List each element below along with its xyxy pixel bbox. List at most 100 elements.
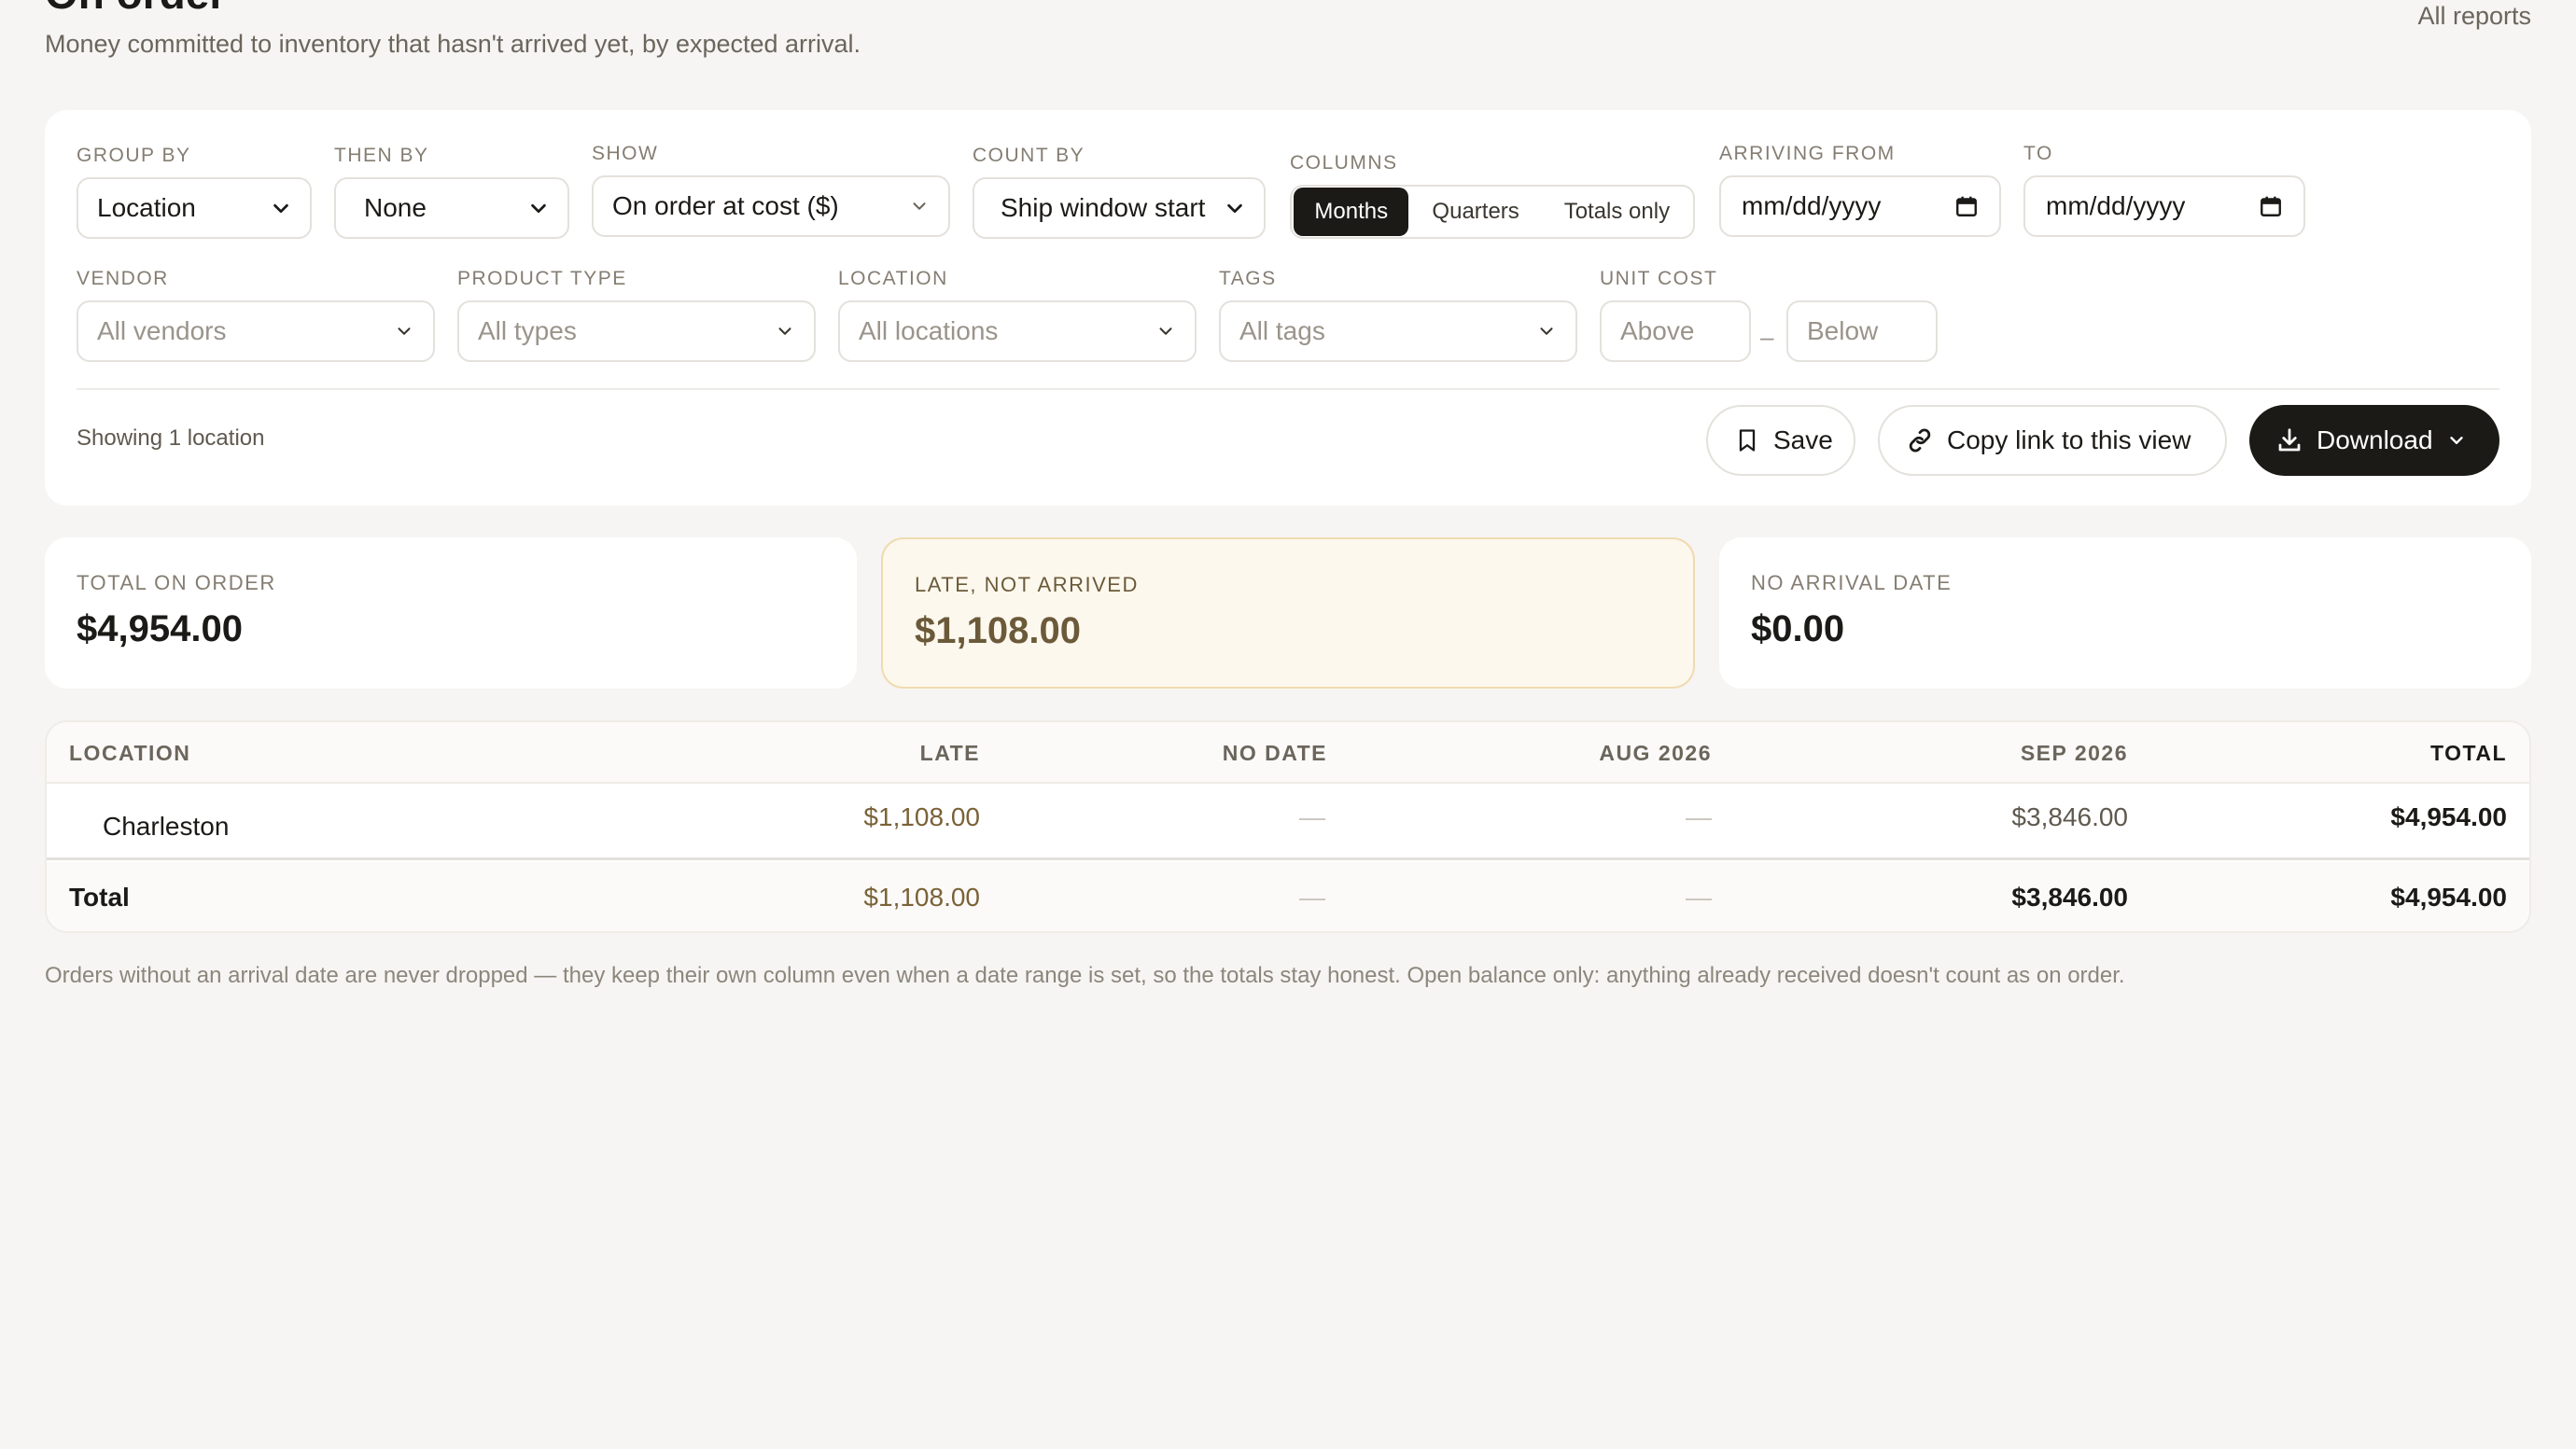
arriving-from-label: ARRIVING FROM: [1719, 143, 1896, 164]
chevron-down-icon: [2449, 437, 2463, 444]
product-type-field: PRODUCT TYPE All types: [457, 267, 816, 362]
footnote: Orders without an arrival date are never…: [45, 963, 2125, 988]
chevron-down-icon: [778, 327, 791, 335]
late-not-arrived-card: LATE, NOT ARRIVED $1,108.00: [881, 537, 1695, 689]
to-date-placeholder: mm/dd/yyyy: [2046, 191, 2186, 220]
late-not-arrived-value: $1,108.00: [915, 610, 1081, 651]
show-select[interactable]: On order at cost ($): [592, 175, 950, 237]
count-by-label: COUNT BY: [973, 145, 1085, 166]
column-header-total[interactable]: TOTAL: [2430, 741, 2507, 766]
chevron-down-icon: [273, 203, 288, 214]
chevron-down-icon: [398, 327, 411, 335]
column-header-late[interactable]: LATE: [920, 741, 980, 766]
unit-cost-below-input[interactable]: Below: [1786, 300, 1938, 362]
download-button-label: Download: [2317, 425, 2433, 454]
table-header: LOCATION LATE NO DATE AUG 2026 SEP 2026 …: [47, 722, 2529, 784]
save-button[interactable]: Save: [1706, 405, 1855, 476]
location-field: LOCATION All locations: [838, 267, 1197, 362]
row-aug-2026: —: [1686, 802, 1712, 831]
column-header-location[interactable]: LOCATION: [69, 741, 190, 766]
save-button-label: Save: [1773, 425, 1833, 454]
vendor-label: VENDOR: [77, 268, 169, 289]
unit-cost-separator: –: [1760, 323, 1774, 351]
calendar-icon[interactable]: [1954, 194, 1979, 218]
page-subtitle: Money committed to inventory that hasn't…: [45, 30, 861, 58]
arriving-from-field: ARRIVING FROM mm/dd/yyyy: [1719, 142, 2001, 237]
total-row-aug-2026: —: [1686, 883, 1712, 912]
show-field: SHOW On order at cost ($): [592, 142, 950, 237]
column-header-sep-2026[interactable]: SEP 2026: [2021, 741, 2128, 766]
calendar-icon[interactable]: [2259, 194, 2283, 218]
product-type-select[interactable]: All types: [457, 300, 816, 362]
total-row-label: Total: [69, 883, 130, 912]
group-by-label: GROUP BY: [77, 145, 191, 166]
columns-label: COLUMNS: [1290, 152, 1398, 174]
columns-segmented-control: Months Quarters Totals only: [1290, 185, 1695, 239]
total-on-order-label: TOTAL ON ORDER: [77, 571, 276, 594]
columns-option-quarters[interactable]: Quarters: [1408, 188, 1542, 236]
row-location: Charleston: [103, 812, 230, 841]
total-row-sep-2026: $3,846.00: [2011, 883, 2128, 912]
vendor-select[interactable]: All vendors: [77, 300, 435, 362]
chevron-down-icon: [1227, 203, 1242, 214]
columns-option-months[interactable]: Months: [1294, 188, 1409, 236]
tags-select[interactable]: All tags: [1219, 300, 1577, 362]
then-by-select[interactable]: None: [334, 177, 569, 239]
show-label: SHOW: [592, 143, 659, 164]
download-button[interactable]: Download: [2249, 405, 2499, 476]
group-by-select[interactable]: Location: [77, 177, 312, 239]
total-row-late: $1,108.00: [863, 883, 980, 912]
unit-cost-below-placeholder: Below: [1807, 316, 1879, 345]
location-value: All locations: [859, 316, 999, 345]
location-label: LOCATION: [838, 268, 948, 289]
product-type-value: All types: [478, 316, 577, 345]
table-total-row: Total $1,108.00 — — $3,846.00 $4,954.00: [47, 862, 2529, 931]
total-on-order-value: $4,954.00: [77, 608, 243, 649]
location-select[interactable]: All locations: [838, 300, 1197, 362]
late-not-arrived-label: LATE, NOT ARRIVED: [915, 573, 1139, 596]
unit-cost-label: UNIT COST: [1600, 268, 1718, 289]
no-arrival-date-card: NO ARRIVAL DATE $0.00: [1719, 537, 2531, 689]
vendor-value: All vendors: [97, 316, 227, 345]
copy-link-button-label: Copy link to this view: [1947, 425, 2191, 454]
copy-link-button[interactable]: Copy link to this view: [1878, 405, 2227, 476]
row-no-date: —: [1299, 802, 1325, 831]
chevron-down-icon: [531, 203, 546, 214]
tags-field: TAGS All tags: [1219, 267, 1577, 362]
columns-option-totals-only[interactable]: Totals only: [1543, 188, 1691, 236]
to-date-input[interactable]: mm/dd/yyyy: [2023, 175, 2305, 237]
row-late: $1,108.00: [863, 802, 980, 831]
no-arrival-date-value: $0.00: [1751, 608, 1845, 649]
result-count: Showing 1 location: [77, 425, 265, 451]
chevron-down-icon: [1159, 327, 1172, 335]
all-reports-link[interactable]: All reports: [2417, 2, 2531, 31]
download-icon: [2278, 428, 2301, 452]
arriving-from-input[interactable]: mm/dd/yyyy: [1719, 175, 2001, 237]
columns-field: COLUMNS Months Quarters Totals only: [1290, 151, 1695, 239]
row-total: $4,954.00: [2390, 802, 2507, 831]
unit-cost-above-placeholder: Above: [1620, 316, 1695, 345]
filter-card: GROUP BY Location THEN BY None SHOW On o…: [45, 110, 2531, 506]
link-icon: [1909, 428, 1931, 453]
vendor-field: VENDOR All vendors: [77, 267, 435, 362]
product-type-label: PRODUCT TYPE: [457, 268, 627, 289]
tags-value: All tags: [1239, 316, 1325, 345]
unit-cost-field: UNIT COST Above – Below: [1600, 267, 1954, 362]
page-title: On order: [45, 0, 226, 15]
then-by-label: THEN BY: [334, 145, 429, 166]
on-order-table: LOCATION LATE NO DATE AUG 2026 SEP 2026 …: [45, 720, 2531, 933]
chevron-down-icon: [913, 202, 926, 210]
count-by-select[interactable]: Ship window start: [973, 177, 1266, 239]
to-label: TO: [2023, 143, 2053, 164]
table-row: Charleston $1,108.00 — — $3,846.00 $4,95…: [47, 784, 2529, 860]
count-by-value: Ship window start: [1001, 193, 1206, 222]
chevron-down-icon: [1540, 327, 1553, 335]
column-header-aug-2026[interactable]: AUG 2026: [1599, 741, 1712, 766]
unit-cost-above-input[interactable]: Above: [1600, 300, 1751, 362]
total-on-order-card: TOTAL ON ORDER $4,954.00: [45, 537, 857, 689]
column-header-no-date[interactable]: NO DATE: [1223, 741, 1327, 766]
to-field: TO mm/dd/yyyy: [2023, 142, 2305, 237]
show-value: On order at cost ($): [612, 191, 839, 220]
row-sep-2026: $3,846.00: [2011, 802, 2128, 831]
filter-divider: [77, 388, 2499, 390]
